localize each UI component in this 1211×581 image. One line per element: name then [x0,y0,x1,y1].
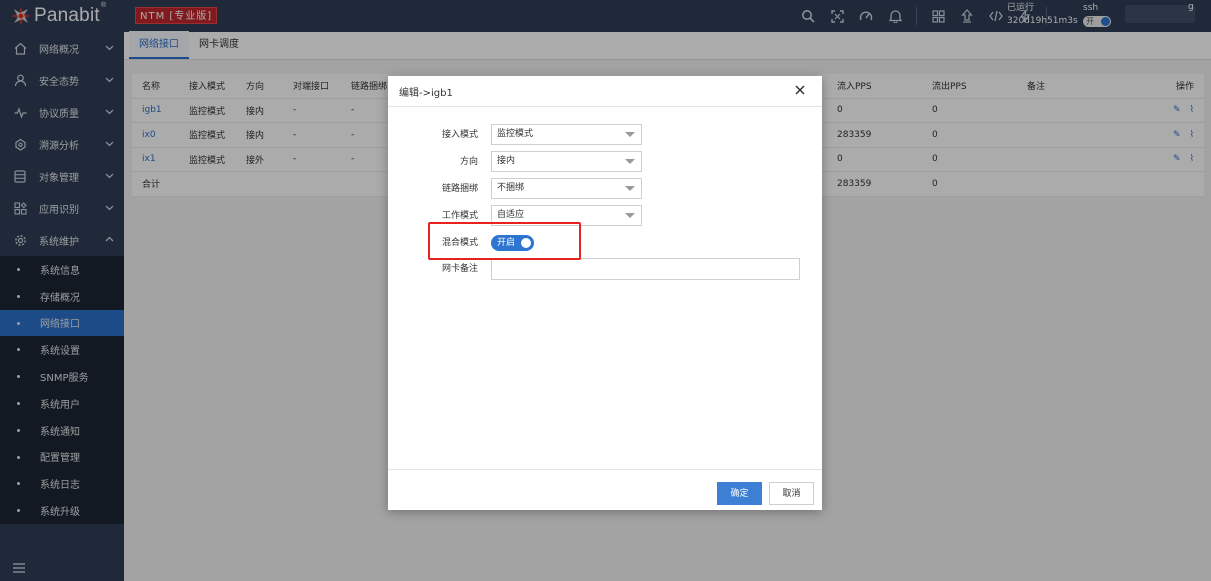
access-mode-label: 接入模式 [441,130,478,140]
highlight-box [428,222,581,260]
access-mode-select[interactable]: 监控模式 [491,124,642,145]
caret-down-icon [625,132,635,137]
form-row-link-bond: 链路捆绑 不捆绑 [388,178,822,200]
caret-down-icon [625,159,635,164]
form-row-note: 网卡备注 [388,258,822,280]
caret-down-icon [625,213,635,218]
form-row-access-mode: 接入模式 监控模式 [388,124,822,146]
link-bond-label: 链路捆绑 [441,184,478,194]
ok-button[interactable]: 确定 [717,482,762,505]
dialog-header: 编辑->igb1 [388,76,822,107]
link-bond-select[interactable]: 不捆绑 [491,178,642,199]
form-row-direction: 方向 接内 [388,151,822,173]
cancel-button[interactable]: 取消 [769,482,814,505]
caret-down-icon [625,186,635,191]
close-icon[interactable] [794,84,808,98]
dialog-footer: 确定 取消 [388,469,822,510]
direction-label: 方向 [459,157,478,167]
edit-interface-dialog: 编辑->igb1 接入模式 监控模式 方向 接内 链路捆绑 不捆绑 工作模式 自… [388,76,822,510]
note-label: 网卡备注 [441,264,478,274]
direction-select[interactable]: 接内 [491,151,642,172]
dialog-title: 编辑->igb1 [399,87,453,99]
note-input[interactable] [491,258,800,280]
